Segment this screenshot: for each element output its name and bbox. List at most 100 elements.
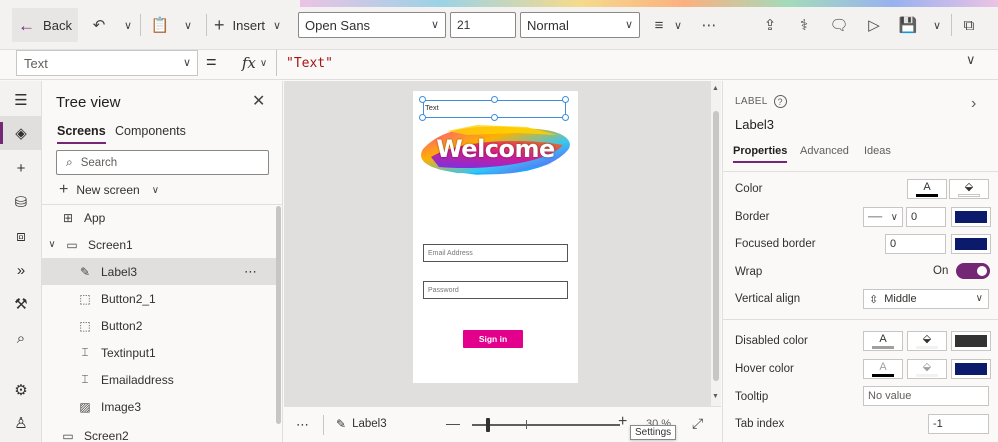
font-family-dropdown[interactable]: Open Sans ∨ [298, 12, 446, 38]
tab-components[interactable]: Components [115, 124, 186, 138]
canvas-scrollbar[interactable]: ▲ ▼ [711, 81, 721, 406]
close-icon[interactable]: ✕ [252, 91, 265, 111]
scroll-thumb[interactable] [713, 111, 719, 381]
tree-item-app[interactable]: ⊞ App [42, 204, 276, 231]
search-icon[interactable]: ⌕ [0, 321, 42, 355]
settings-gear-icon[interactable]: ⚙ [0, 373, 42, 407]
fx-button[interactable]: fx ∨ [233, 50, 277, 76]
fill-color-button[interactable]: ⬙ [949, 179, 989, 199]
publish-icon[interactable]: ⧉ [956, 10, 982, 40]
tab-index-input[interactable]: -1 [928, 414, 989, 434]
align-chevron-icon[interactable]: ∨ [670, 10, 686, 40]
font-color-button[interactable]: A [907, 179, 947, 199]
disabled-font-color-button[interactable]: A [863, 331, 903, 351]
undo-icon[interactable]: ↶ [86, 10, 112, 40]
fit-to-window-icon[interactable]: ⤢ [692, 415, 703, 432]
resize-handle[interactable] [419, 96, 426, 103]
tab-advanced[interactable]: Advanced [800, 145, 849, 157]
zoom-in-icon[interactable]: + [618, 413, 627, 431]
tree-item-textinput1[interactable]: ⌶ Textinput1 [42, 339, 276, 366]
chevron-down-icon[interactable]: ∨ [46, 239, 58, 250]
focused-border-width-input[interactable]: 0 [885, 234, 946, 254]
disabled-fill-color-button[interactable]: ⬙ [907, 331, 947, 351]
command-bar: ← Back ↶ ∨ 📋 ∨ + Insert ∨ Open Sans ∨ 21… [0, 0, 998, 50]
zoom-slider-thumb[interactable] [486, 418, 491, 432]
formula-input[interactable]: "Text" [280, 50, 960, 76]
disabled-border-color-swatch[interactable] [951, 331, 991, 351]
label3-control[interactable]: Text [425, 103, 439, 112]
advanced-tools-icon[interactable]: ⚒ [0, 287, 42, 321]
hover-border-color-swatch[interactable] [951, 359, 991, 379]
tree-search-input[interactable]: ⌕ Search [56, 150, 269, 175]
back-button[interactable]: ← Back [12, 8, 78, 42]
screen1-preview[interactable]: Text Welcome Email Address Password Sign… [413, 91, 578, 383]
insert-plus-icon[interactable]: + [0, 151, 42, 185]
app-checker-icon[interactable]: ⚕ [791, 10, 817, 40]
scroll-up-icon[interactable]: ▲ [712, 85, 719, 92]
control-name[interactable]: Label3 [735, 117, 774, 132]
tree-scrollbar[interactable] [276, 206, 281, 424]
wrap-toggle[interactable]: On [933, 263, 991, 279]
resize-handle[interactable] [491, 96, 498, 103]
email-address-input[interactable]: Email Address [423, 244, 568, 262]
zoom-out-icon[interactable]: — [446, 415, 460, 431]
hover-font-color-button[interactable]: A [863, 359, 903, 379]
tooltip-input[interactable]: No value [863, 386, 989, 406]
chevron-right-icon[interactable]: › [971, 95, 976, 113]
hamburger-menu-icon[interactable]: ☰ [0, 83, 42, 117]
tree-item-screen2[interactable]: ▭ Screen2 [42, 422, 276, 442]
tree-item-emailaddress[interactable]: ⌶ Emailaddress [42, 366, 276, 393]
tab-screens[interactable]: Screens [57, 124, 106, 144]
font-size-input[interactable]: 21 [450, 12, 516, 38]
border-color-swatch[interactable] [951, 207, 991, 227]
tree-view-layers-icon[interactable]: ◈ [0, 116, 42, 150]
focused-border-color-swatch[interactable] [951, 234, 991, 254]
control-type: LABEL ? [735, 95, 787, 108]
border-width-input[interactable]: 0 [906, 207, 946, 227]
preview-play-icon[interactable]: ▷ [861, 10, 887, 40]
data-icon[interactable]: ⛁ [0, 185, 42, 219]
paste-chevron-icon[interactable]: ∨ [180, 10, 196, 40]
resize-handle[interactable] [419, 114, 426, 121]
toggle-switch[interactable] [956, 263, 991, 279]
tree-item-button2-1[interactable]: ⬚ Button2_1 [42, 285, 276, 312]
undo-chevron-icon[interactable]: ∨ [120, 10, 136, 40]
tab-ideas[interactable]: Ideas [864, 145, 891, 157]
align-icon[interactable]: ≡ [646, 10, 672, 40]
sign-in-button[interactable]: Sign in [463, 330, 523, 348]
password-input[interactable]: Password [423, 281, 568, 299]
share-icon[interactable]: ⇪ [757, 10, 783, 40]
info-icon[interactable]: ? [773, 95, 787, 108]
more-icon[interactable]: ⋯ [296, 417, 310, 433]
more-options-icon[interactable]: ⋯ [244, 264, 258, 280]
new-screen-button[interactable]: + New screen ∨ [59, 181, 159, 199]
border-style-dropdown[interactable]: ── ∨ [863, 207, 903, 227]
property-dropdown[interactable]: Text ∨ [16, 50, 198, 76]
virtual-agent-icon[interactable]: ♙ [0, 406, 42, 440]
design-canvas[interactable]: Text Welcome Email Address Password Sign… [284, 81, 721, 406]
comments-icon[interactable]: 🗨 [826, 10, 852, 40]
tree-item-screen1[interactable]: ∨ ▭ Screen1 [42, 231, 276, 258]
paint-bucket-icon: ⬙ [922, 360, 932, 373]
paste-icon[interactable]: 📋 [147, 10, 173, 40]
vertical-align-dropdown[interactable]: ⇳ Middle ∨ [863, 289, 989, 309]
tab-properties[interactable]: Properties [733, 145, 788, 163]
more-icon[interactable]: ⋯ [696, 10, 722, 40]
resize-handle[interactable] [491, 114, 498, 121]
media-icon[interactable]: ⧈ [0, 219, 42, 253]
tree-item-image3[interactable]: ▨ Image3 [42, 393, 276, 420]
resize-handle[interactable] [562, 96, 569, 103]
save-icon[interactable]: 💾 [895, 10, 921, 40]
resize-handle[interactable] [562, 114, 569, 121]
selected-control-indicator[interactable]: ✎ Label3 [336, 417, 387, 431]
font-weight-dropdown[interactable]: Normal ∨ [520, 12, 640, 38]
save-chevron-icon[interactable]: ∨ [929, 10, 945, 40]
zoom-slider[interactable] [472, 424, 620, 426]
expand-formula-icon[interactable]: ∨ [966, 52, 976, 68]
hover-fill-color-button[interactable]: ⬙ [907, 359, 947, 379]
tree-item-label3[interactable]: ✎ Label3 ⋯ [42, 258, 276, 285]
tree-item-button2[interactable]: ⬚ Button2 [42, 312, 276, 339]
insert-button[interactable]: + Insert ∨ [214, 10, 281, 40]
power-automate-icon[interactable]: » [0, 253, 42, 287]
scroll-down-icon[interactable]: ▼ [712, 393, 719, 400]
